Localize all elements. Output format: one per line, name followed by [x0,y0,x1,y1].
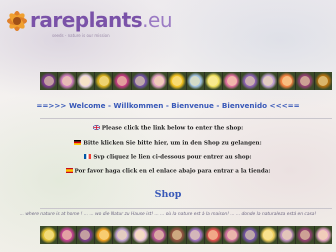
flower-image [278,226,296,244]
flower-image [58,72,76,90]
divider [40,118,332,119]
divider [40,208,332,209]
de-flag-icon [74,140,82,145]
flower-image [296,226,314,244]
logo-subtitle: seeds - nature is our mission [52,33,110,38]
flower-image [76,72,94,90]
flower-image [204,72,223,90]
flower-banner-top [40,72,332,90]
flower-image [131,226,149,244]
flower-image [314,72,332,90]
flower-image [94,226,113,244]
uk-flag-icon [92,125,100,130]
flower-image [149,72,168,90]
flower-image [223,226,241,244]
flower-image [314,226,332,244]
tagline: ... where nature is at home ! ... ... wo… [19,212,317,217]
flower-image [131,72,149,90]
flower-image [259,226,278,244]
lang-line-en: Please click the link below to enter the… [0,125,336,133]
flower-image [168,226,186,244]
flower-image [113,226,131,244]
flower-banner-bottom [40,226,332,244]
logo-text[interactable]: rareplants.eu [30,9,173,31]
flower-image [241,72,259,90]
lang-line-fr: Svp cliquez le lien ci-dessous pour entr… [0,154,336,162]
flower-image [241,226,259,244]
lang-line-es: Por favor haga click en el enlace abajo … [0,168,336,176]
flower-image [40,226,58,244]
flower-image [186,72,204,90]
fr-flag-icon [84,154,92,159]
flower-image [113,72,131,90]
flower-logo-icon [7,11,27,31]
flower-image [94,72,113,90]
es-flag-icon [65,168,73,173]
flower-image [278,72,296,90]
flower-image [296,72,314,90]
shop-link[interactable]: Shop [0,189,336,200]
welcome-heading: ==>>> Welcome - Willkommen - Bienvenue -… [36,101,300,110]
flower-image [259,72,278,90]
flower-image [186,226,204,244]
flower-image [168,72,186,90]
flower-image [76,226,94,244]
flower-image [204,226,223,244]
flower-image [149,226,168,244]
flower-image [40,72,58,90]
lang-line-de: Bitte klicken Sie bitte hier, um in den … [0,140,336,148]
flower-image [223,72,241,90]
site-header: rareplants.eu seeds - nature is our miss… [4,6,173,40]
flower-image [58,226,76,244]
